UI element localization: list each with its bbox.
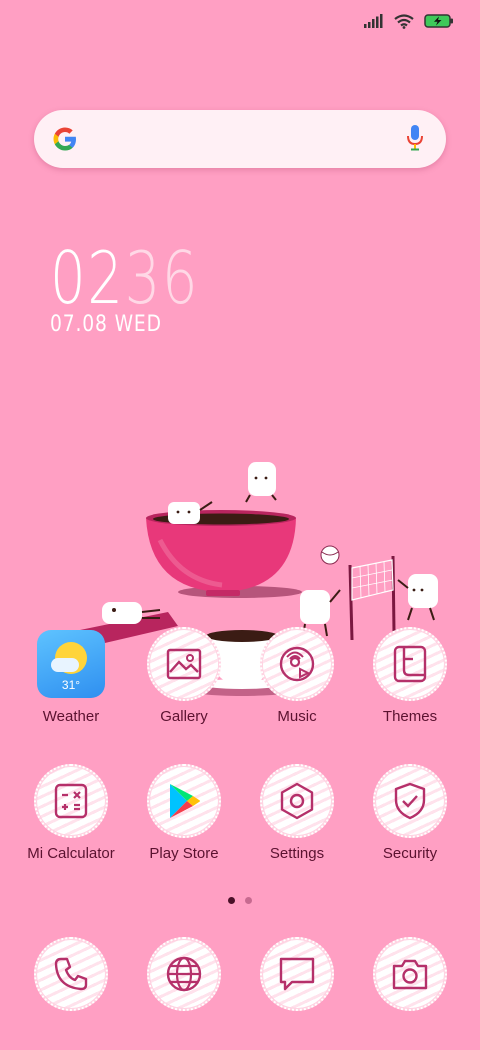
weather-icon: 31°	[37, 630, 105, 698]
app-security[interactable]: Security	[356, 764, 464, 877]
phone-icon	[34, 937, 108, 1011]
clock-time: 0236	[50, 238, 199, 318]
browser-icon	[147, 937, 221, 1011]
app-label: Themes	[382, 708, 438, 725]
google-search-bar[interactable]	[34, 110, 446, 168]
weather-temp: 31°	[61, 678, 81, 692]
camera-icon	[373, 937, 447, 1011]
status-bar	[364, 8, 454, 34]
clock-minutes: 36	[124, 236, 200, 320]
calculator-icon	[34, 764, 108, 838]
messages-icon	[260, 937, 334, 1011]
wifi-icon	[394, 13, 414, 29]
signal-icon	[364, 14, 383, 28]
themes-icon	[373, 627, 447, 701]
app-label: Gallery	[160, 708, 208, 725]
app-label: Weather	[42, 708, 100, 725]
clock-hours: 02	[50, 236, 125, 320]
app-label: Music	[277, 708, 317, 725]
dock-phone[interactable]	[17, 937, 125, 1050]
music-icon	[260, 627, 334, 701]
app-mi-calculator[interactable]: Mi Calculator	[17, 764, 125, 877]
microphone-icon[interactable]	[406, 124, 424, 152]
gallery-icon	[147, 627, 221, 701]
app-label: Play Store	[149, 845, 219, 862]
app-themes[interactable]: Themes	[356, 627, 464, 740]
dock-browser[interactable]	[130, 937, 238, 1050]
page-indicator[interactable]	[0, 897, 480, 904]
clock-date: 07.08 WED	[50, 312, 162, 337]
app-label: Mi Calculator	[27, 845, 115, 862]
clock-widget[interactable]: 0236 07.08 WED	[50, 238, 241, 337]
dock-messages[interactable]	[243, 937, 351, 1050]
security-icon	[373, 764, 447, 838]
dock-camera[interactable]	[356, 937, 464, 1050]
battery-charging-icon	[424, 14, 453, 28]
app-label: Settings	[269, 845, 325, 862]
app-gallery[interactable]: Gallery	[130, 627, 238, 740]
app-label: Security	[382, 845, 438, 862]
page-dot[interactable]	[245, 897, 252, 904]
settings-icon	[260, 764, 334, 838]
page-dot-active[interactable]	[228, 897, 235, 904]
app-settings[interactable]: Settings	[243, 764, 351, 877]
app-weather[interactable]: 31° Weather	[17, 630, 125, 740]
app-music[interactable]: Music	[243, 627, 351, 740]
play-store-icon	[147, 764, 221, 838]
google-g-icon	[53, 127, 76, 151]
app-play-store[interactable]: Play Store	[130, 764, 238, 877]
